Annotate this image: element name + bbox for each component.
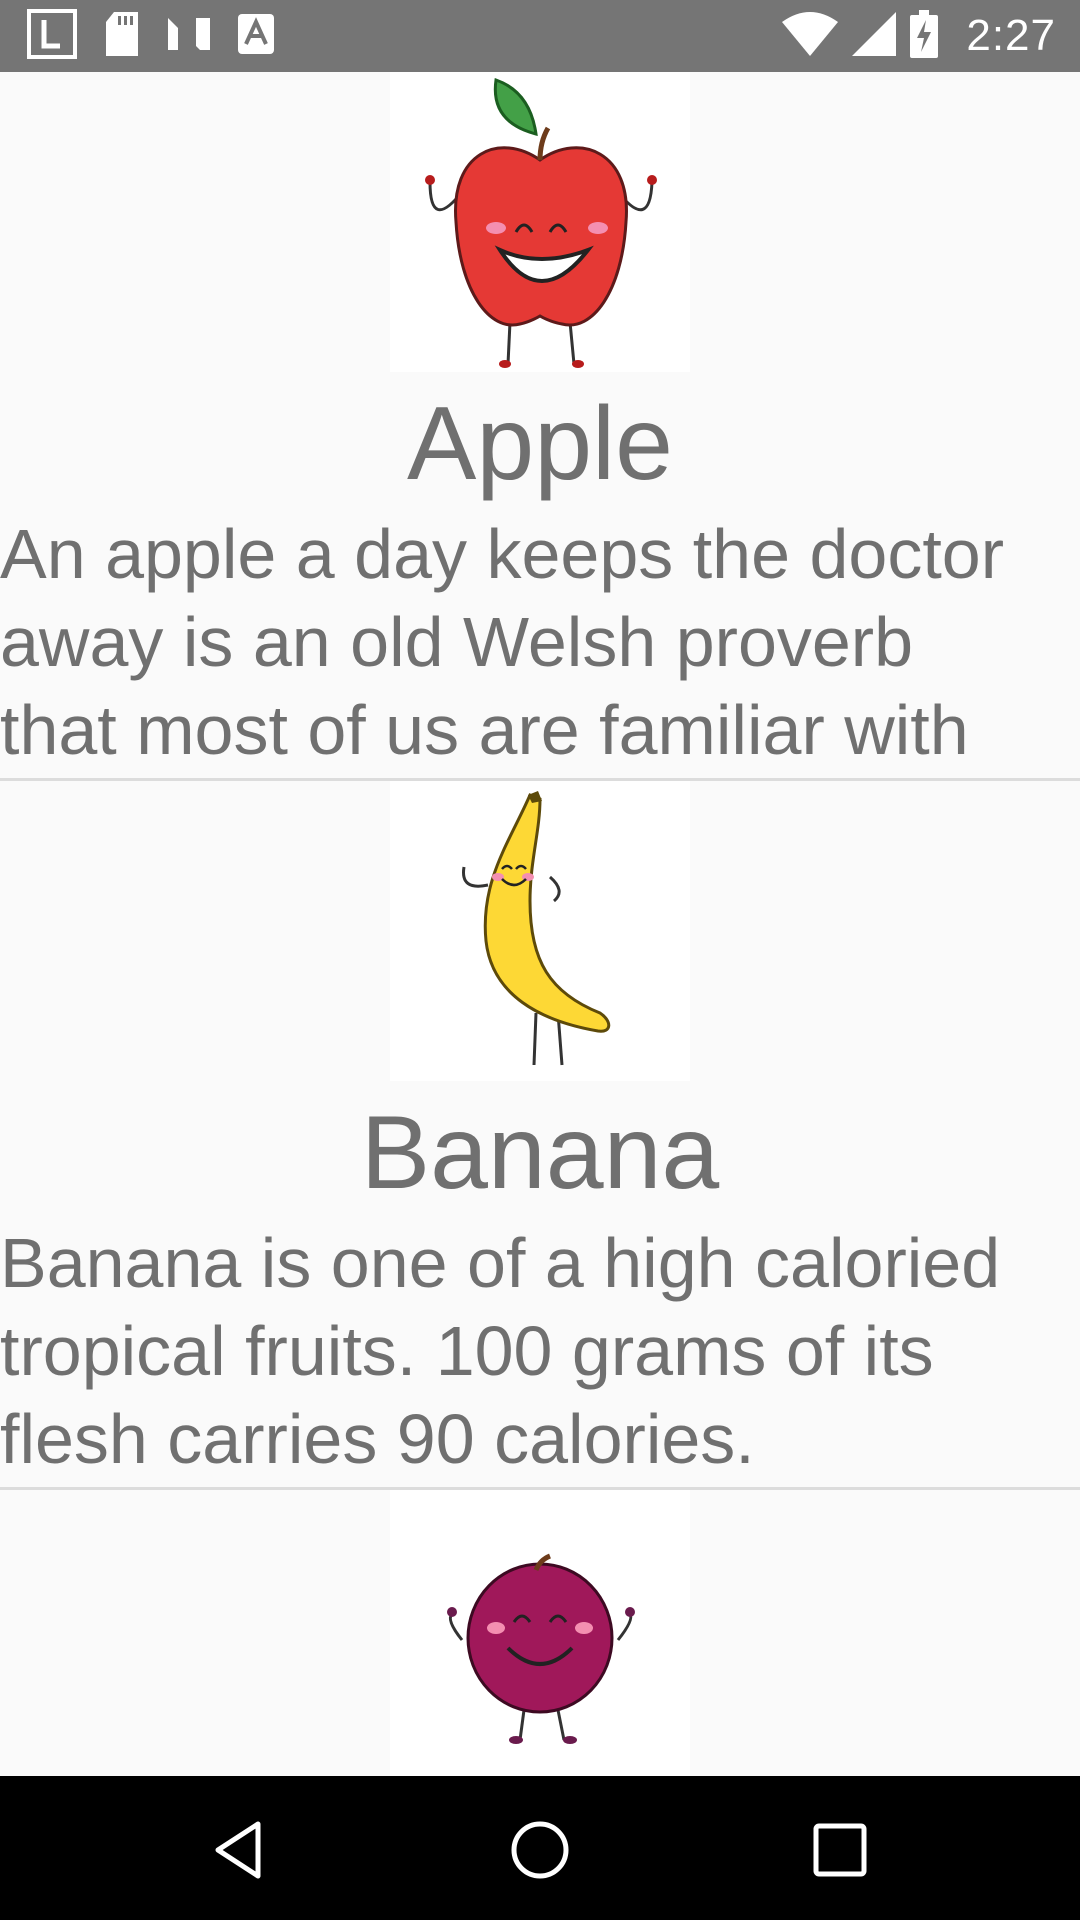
item-title: Apple (407, 386, 673, 502)
list-item[interactable] (0, 1490, 1080, 1776)
wifi-icon (782, 12, 839, 60)
list-item[interactable]: Apple An apple a day keeps the doctor aw… (0, 72, 1080, 781)
status-bar: 2:27 (0, 0, 1080, 72)
status-clock: 2:27 (966, 11, 1056, 60)
recents-icon (813, 1823, 867, 1877)
sd-card-icon (104, 12, 140, 60)
recents-button[interactable] (808, 1818, 872, 1882)
fruit-list[interactable]: Apple An apple a day keeps the doctor aw… (0, 72, 1080, 1776)
home-icon (511, 1821, 569, 1879)
banana-character-icon (462, 791, 611, 1066)
launcher-l-icon (26, 8, 78, 64)
text-a-icon (238, 14, 274, 58)
status-right-icons: 2:27 (782, 0, 1056, 72)
item-title: Banana (360, 1095, 720, 1211)
item-description: Banana is one of a high caloried tropica… (0, 1224, 1001, 1478)
navigation-bar (0, 1776, 1080, 1920)
home-button[interactable] (508, 1818, 572, 1882)
plum-image (390, 1490, 690, 1776)
item-description: An apple a day keeps the doctor away is … (0, 515, 1005, 769)
list-item[interactable]: Banana Banana is one of a high caloried … (0, 781, 1080, 1490)
battery-charging-icon (910, 10, 939, 62)
apple-character-icon (425, 77, 657, 368)
back-button[interactable] (208, 1818, 272, 1882)
status-left-icons (26, 0, 274, 72)
plum-character-icon (447, 1553, 635, 1744)
signal-icon (852, 12, 897, 60)
banana-image (390, 781, 690, 1081)
back-icon (215, 1821, 261, 1879)
n-logo-icon (166, 16, 212, 56)
apple-image (390, 72, 690, 372)
